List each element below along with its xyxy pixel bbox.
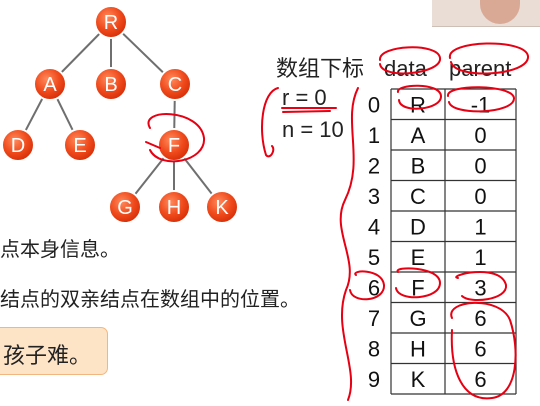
table-row: 7 G 6 — [368, 306, 487, 331]
row-parent: 6 — [474, 367, 486, 392]
row-parent: 1 — [474, 245, 486, 270]
row-parent: 6 — [474, 336, 486, 361]
tree-node-C: C — [158, 67, 192, 101]
table-row: 8 H 6 — [368, 336, 487, 361]
ink-bracket-vars — [261, 87, 279, 158]
row-data: H — [410, 336, 426, 361]
table-row: 2 B 0 — [368, 153, 487, 178]
tree-node-E: E — [63, 128, 97, 162]
table-row: 4 D 1 — [368, 214, 487, 239]
tree-node-R: R — [94, 5, 128, 39]
tree-node-G: G — [108, 190, 142, 224]
tree-nodes: R A B C D E F G H K — [1, 5, 239, 224]
header-data: data — [384, 56, 428, 81]
tree-node-label: C — [168, 74, 182, 96]
row-data: A — [411, 123, 426, 148]
table-row: 5 E 1 — [368, 245, 487, 270]
tree-node-label: H — [167, 197, 181, 219]
var-r-label: r = 0 — [282, 85, 327, 110]
row-parent: 1 — [474, 214, 486, 239]
tree-node-label: A — [43, 74, 57, 96]
tree-node-label: B — [104, 74, 117, 96]
row-parent: 0 — [474, 123, 486, 148]
row-parent: 6 — [474, 306, 486, 331]
parent-array-table: 0 R -11 A 02 B 03 C 04 D 15 E 16 F 37 G 68 H 69 K 6 — [368, 88, 517, 395]
table-row: 9 K 6 — [368, 367, 487, 392]
row-parent: 0 — [474, 153, 486, 178]
tree-node-label: G — [117, 197, 133, 219]
tree-node-label: E — [73, 135, 86, 157]
row-index: 1 — [368, 123, 380, 148]
note-line-1: 点本身信息。 — [0, 239, 120, 261]
row-parent: 3 — [474, 275, 486, 300]
row-data: G — [409, 306, 426, 331]
tree-node-label: R — [104, 12, 118, 34]
ink-underline-r-2 — [282, 110, 331, 113]
tree-node-H: H — [157, 190, 191, 224]
row-index: 9 — [368, 367, 380, 392]
callout-text: 孩子难。 — [3, 343, 92, 368]
row-parent: 0 — [474, 184, 486, 209]
tree-node-label: F — [168, 135, 180, 157]
tree-node-A: A — [33, 67, 67, 101]
row-data: E — [411, 245, 426, 270]
row-index: 2 — [368, 153, 380, 178]
tree-node-label: K — [215, 197, 229, 219]
row-index: 5 — [368, 245, 380, 270]
tree-node-B: B — [94, 67, 128, 101]
row-index: 7 — [368, 306, 380, 331]
tree-node-F: F — [157, 128, 191, 162]
header-array-index: 数组下标 — [276, 57, 364, 82]
table-row: 3 C 0 — [368, 184, 487, 209]
tree-node-K: K — [205, 190, 239, 224]
callout-box: 孩子难。 — [0, 327, 108, 375]
tree-edges — [17, 21, 223, 208]
tree-node-D: D — [1, 128, 35, 162]
row-data: B — [411, 153, 426, 178]
row-index: 0 — [368, 92, 380, 117]
row-data: C — [410, 184, 426, 209]
table-row: 1 A 0 — [368, 123, 487, 148]
tree-node-label: D — [11, 135, 25, 157]
var-n-label: n = 10 — [282, 117, 344, 142]
table-row: 0 R -1 — [368, 92, 490, 117]
row-index: 3 — [368, 184, 380, 209]
row-data: R — [410, 92, 426, 117]
row-data: D — [410, 214, 426, 239]
row-data: K — [411, 367, 426, 392]
row-parent: -1 — [471, 92, 491, 117]
row-index: 4 — [368, 214, 380, 239]
row-index: 8 — [368, 336, 380, 361]
note-line-2: 结点的双亲结点在数组中的位置。 — [0, 289, 300, 311]
